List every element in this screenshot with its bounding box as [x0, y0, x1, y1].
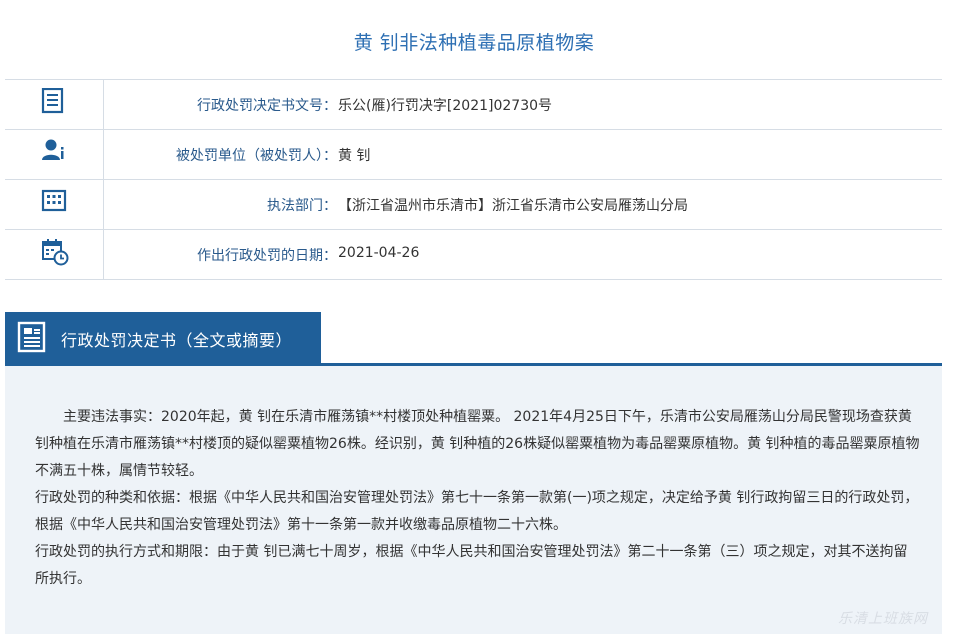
info-row-punished-party: 被处罚单位（被处罚人）： 黄 钊: [5, 130, 942, 180]
decision-section-title: 行政处罚决定书（全文或摘要）: [61, 331, 293, 350]
person-icon: [42, 139, 64, 160]
decision-content: 主要违法事实：2020年起，黄 钊在乐清市雁荡镇**村楼顶处种植罂粟。 2021…: [35, 404, 920, 593]
penalty-basis-paragraph: 行政处罚的种类和依据：根据《中华人民共和国治安管理处罚法》第七十一条第一款第(一…: [35, 490, 919, 533]
info-row-decision-date: 作出行政处罚的日期： 2021-04-26: [5, 230, 942, 280]
calendar-clock-icon: [42, 239, 69, 266]
enforcement-dept-label: 执法部门：: [267, 198, 337, 214]
enforcement-dept-value: 【浙江省温州市乐清市】浙江省乐清市公安局雁荡山分局: [338, 198, 688, 214]
violation-facts-paragraph: 主要违法事实：2020年起，黄 钊在乐清市雁荡镇**村楼顶处种植罂粟。 2021…: [35, 409, 920, 479]
site-watermark: 乐清上班族网: [838, 611, 928, 627]
building-icon: [41, 189, 67, 212]
decision-content-box: 主要违法事实：2020年起，黄 钊在乐清市雁荡镇**村楼顶处种植罂粟。 2021…: [5, 366, 942, 634]
execution-method-paragraph: 行政处罚的执行方式和期限：由于黄 钊已满七十周岁，根据《中华人民共和国治安管理处…: [35, 544, 908, 587]
document-icon: [41, 88, 64, 114]
punished-party-label: 被处罚单位（被处罚人）：: [176, 148, 337, 164]
decision-date-label: 作出行政处罚的日期：: [197, 248, 337, 264]
decision-date-value: 2021-04-26: [338, 245, 420, 261]
decision-document-icon: [17, 321, 46, 353]
decision-section-header: 行政处罚决定书（全文或摘要）: [5, 312, 942, 366]
document-number-value: 乐公(雁)行罚决字[2021]02730号: [338, 98, 553, 114]
document-number-label: 行政处罚决定书文号：: [197, 98, 337, 114]
decision-section-tab: 行政处罚决定书（全文或摘要）: [5, 312, 321, 363]
page-title: 黄 钊非法种植毒品原植物案: [353, 32, 595, 54]
case-info-table: 行政处罚决定书文号： 乐公(雁)行罚决字[2021]02730号 被处罚单位（被…: [5, 79, 942, 280]
punished-party-value: 黄 钊: [338, 148, 371, 164]
info-row-enforcement-dept: 执法部门： 【浙江省温州市乐清市】浙江省乐清市公安局雁荡山分局: [5, 180, 942, 230]
info-row-document-number: 行政处罚决定书文号： 乐公(雁)行罚决字[2021]02730号: [5, 80, 942, 130]
